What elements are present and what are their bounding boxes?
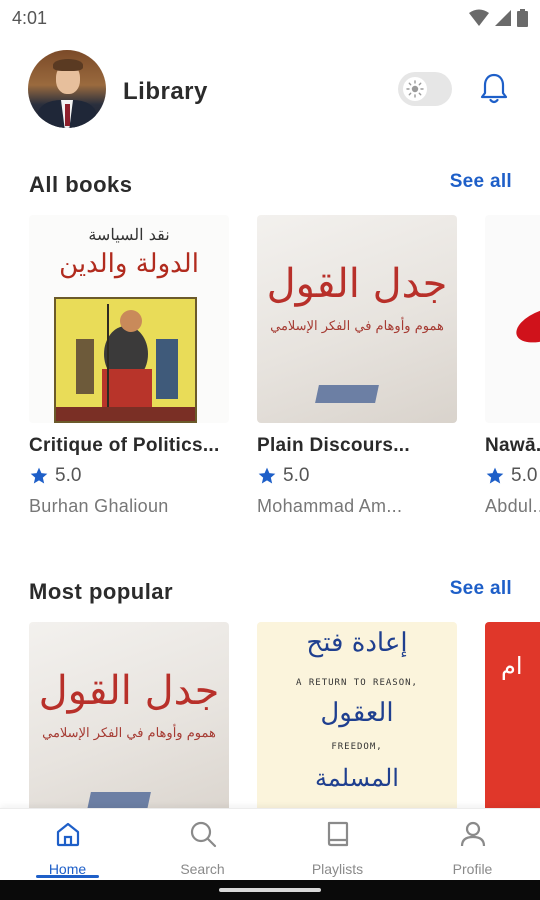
avatar-tie (65, 104, 70, 126)
cover-text: نقد السياسة (88, 225, 170, 244)
nav-item-playlists[interactable]: Playlists (270, 809, 405, 881)
book-card[interactable]: إعادة فتح A RETURN TO REASON, العقول FRE… (257, 622, 457, 808)
star-icon (486, 467, 504, 484)
book-cover[interactable]: نقد السياسة الدولة والدين (29, 215, 229, 423)
cover-text: هموم وأوهام في الفكر الإسلامي (42, 726, 216, 741)
sun-icon (406, 80, 424, 98)
see-all-all-books-button[interactable]: See all (450, 171, 512, 193)
avatar-hair (53, 59, 83, 71)
book-rating: 5.0 (29, 465, 229, 487)
book-icon (327, 821, 348, 847)
book-rating: 5.0 (257, 465, 457, 487)
home-icon (56, 822, 79, 847)
most-popular-row[interactable]: جدل القول هموم وأوهام في الفكر الإسلامي … (0, 622, 540, 808)
gesture-bar (0, 880, 540, 900)
book-card[interactable]: جدل القول هموم وأوهام في الفكر الإسلامي (29, 622, 229, 808)
cover-text: A RETURN TO REASON, (296, 678, 418, 688)
book-card[interactable]: نقد السياسة الدولة والدين Critique of Po… (29, 215, 229, 517)
cover-window-shape (315, 385, 379, 403)
cover-shape (511, 300, 540, 350)
status-icons (469, 9, 528, 27)
status-time: 4:01 (12, 8, 48, 28)
cover-text: جدل القول (38, 668, 220, 714)
nav-item-search[interactable]: Search (135, 809, 270, 881)
bell-icon[interactable] (478, 72, 510, 106)
search-icon (190, 821, 216, 848)
active-indicator (36, 875, 99, 878)
home-gesture-handle[interactable] (219, 888, 321, 892)
wifi-icon (469, 9, 489, 26)
nav-item-profile[interactable]: Profile (405, 809, 540, 881)
book-cover[interactable] (485, 215, 540, 423)
bottom-nav: Home Search Playlists Profile (0, 808, 540, 880)
book-card[interactable]: Nawā... 5.0 Abdul... (485, 215, 540, 517)
header: Library (0, 50, 540, 132)
cover-text: إعادة فتح (306, 628, 408, 658)
cover-text: FREEDOM, (331, 742, 383, 752)
nav-label: Search (180, 861, 225, 877)
star-icon (30, 467, 48, 484)
cover-text: الدولة والدين (59, 249, 199, 279)
avatar[interactable] (28, 50, 106, 128)
status-bar: 4:01 (0, 0, 540, 36)
book-author: Burhan Ghalioun (29, 496, 169, 516)
book-title: Nawā... (485, 435, 540, 456)
cover-illustration (56, 299, 195, 421)
page-title: Library (123, 78, 208, 105)
book-card[interactable]: جدل القول هموم وأوهام في الفكر الإسلامي … (257, 215, 457, 517)
rating-value: 5.0 (283, 465, 310, 486)
book-cover[interactable]: جدل القول هموم وأوهام في الفكر الإسلامي (29, 622, 229, 808)
section-title-most-popular: Most popular (29, 579, 174, 604)
book-card[interactable]: ام (485, 622, 540, 808)
cover-text: جدل القول (266, 261, 448, 307)
rating-value: 5.0 (511, 465, 538, 486)
rating-value: 5.0 (55, 465, 82, 486)
theme-toggle[interactable] (398, 72, 452, 106)
see-all-most-popular-button[interactable]: See all (450, 578, 512, 600)
nav-item-home[interactable]: Home (0, 809, 135, 881)
cover-artwork (54, 297, 197, 423)
star-icon (258, 467, 276, 484)
book-cover[interactable]: إعادة فتح A RETURN TO REASON, العقول FRE… (257, 622, 457, 808)
section-title-all-books: All books (29, 172, 133, 197)
toggle-knob (403, 77, 427, 101)
book-title: Critique of Politics... (29, 435, 220, 456)
nav-label: Playlists (311, 861, 364, 877)
book-title: Plain Discours... (257, 435, 410, 456)
cover-text: العقول (320, 698, 394, 728)
cover-text: ام (501, 652, 523, 680)
signal-icon (495, 10, 511, 26)
book-author: Mohammad Am... (257, 496, 403, 516)
book-author: Abdul... (485, 496, 540, 516)
book-cover[interactable]: جدل القول هموم وأوهام في الفكر الإسلامي (257, 215, 457, 423)
person-icon (460, 821, 485, 847)
book-rating: 5.0 (485, 465, 540, 487)
cover-text: المسلمة (315, 764, 399, 792)
battery-icon (517, 9, 528, 27)
book-cover[interactable]: ام (485, 622, 540, 808)
cover-text: هموم وأوهام في الفكر الإسلامي (270, 319, 444, 334)
cover-window-shape (87, 792, 151, 808)
all-books-row[interactable]: نقد السياسة الدولة والدين Critique of Po… (0, 215, 540, 535)
nav-label: Profile (452, 861, 493, 877)
